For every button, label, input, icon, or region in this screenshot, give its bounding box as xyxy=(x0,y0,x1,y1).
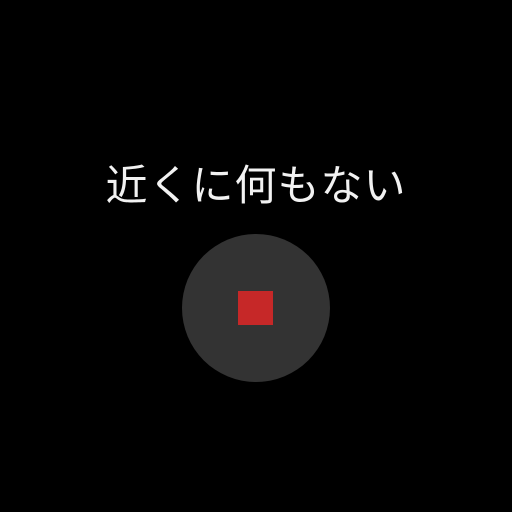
nothing-nearby-message: 近くに何もない xyxy=(105,161,407,210)
stop-icon xyxy=(238,291,273,325)
scan-screen: 近くに何もない xyxy=(0,0,512,512)
stop-button[interactable] xyxy=(182,234,330,382)
